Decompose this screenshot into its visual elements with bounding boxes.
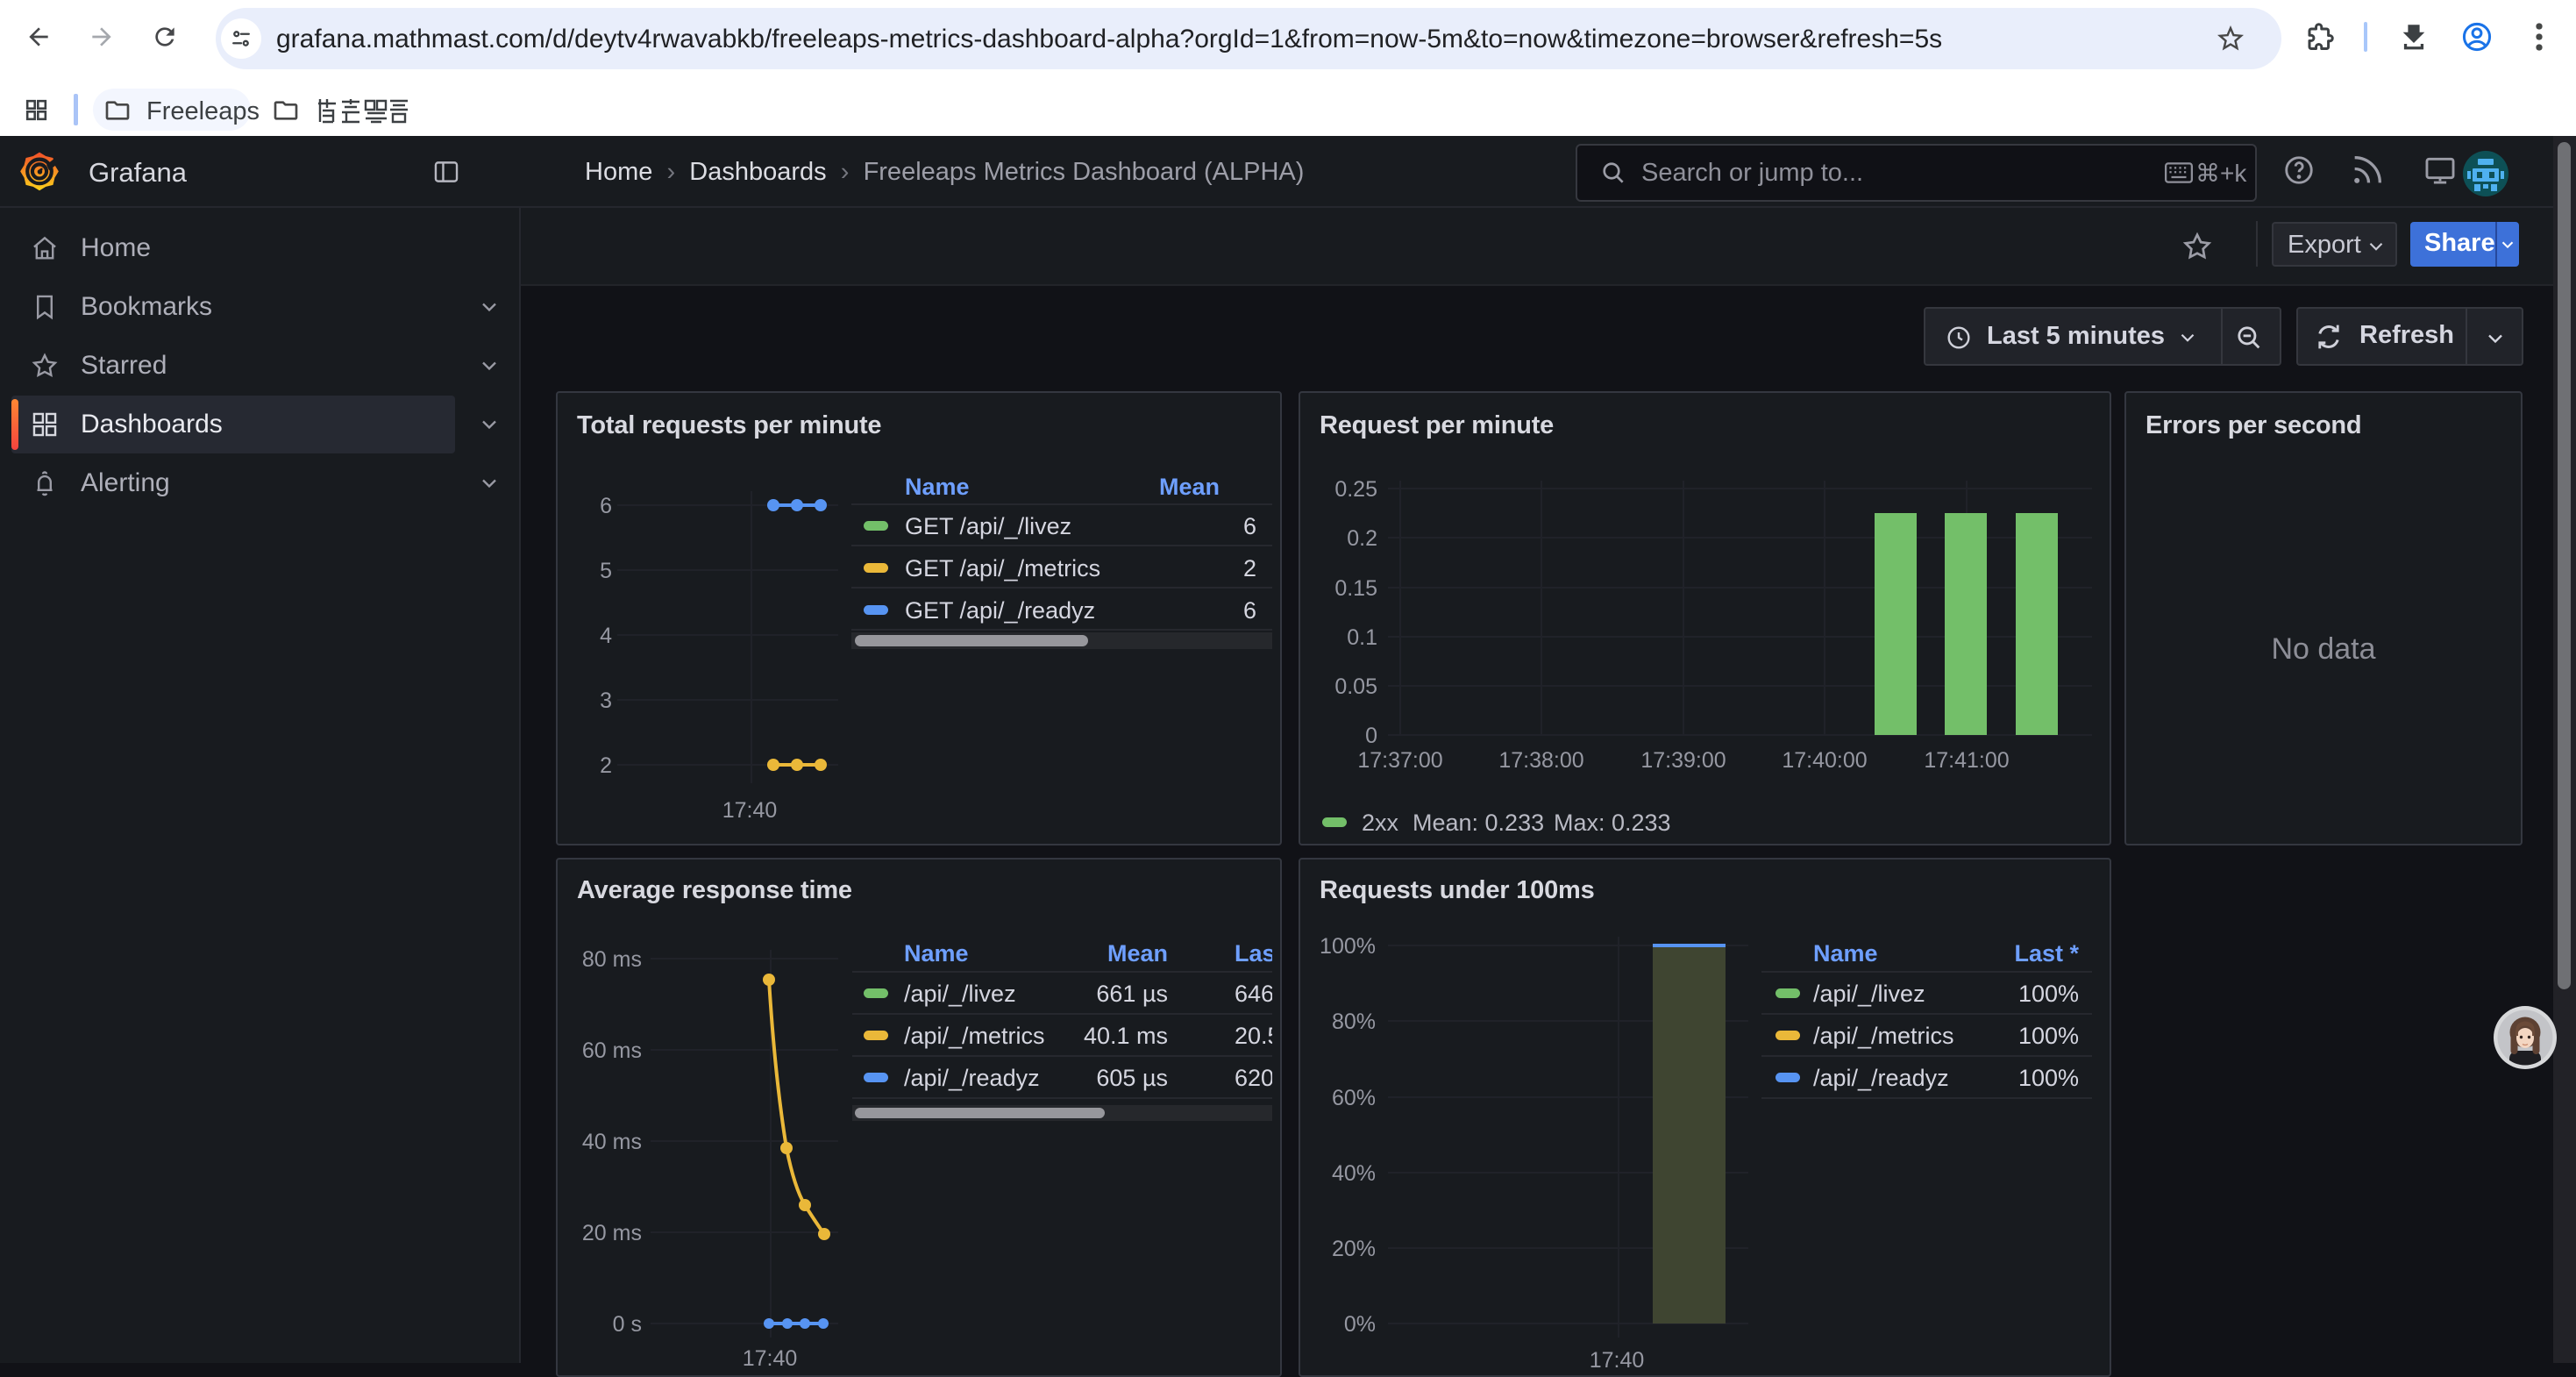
svg-text:17:40: 17:40 <box>722 798 778 823</box>
svg-text:20 ms: 20 ms <box>582 1221 642 1245</box>
svg-text:GET /api/_/metrics: GET /api/_/metrics <box>905 555 1100 581</box>
svg-text:No data: No data <box>2271 632 2375 666</box>
svg-text:20.5 m: 20.5 m <box>1235 1023 1280 1049</box>
svg-text:6: 6 <box>1243 513 1256 539</box>
svg-text:60 ms: 60 ms <box>582 1038 642 1063</box>
svg-text:Average response time: Average response time <box>577 876 852 904</box>
svg-text:100%: 100% <box>1320 934 1376 959</box>
svg-text:3: 3 <box>600 688 612 713</box>
svg-text:Mean: Mean <box>1159 474 1220 500</box>
svg-text:80 ms: 80 ms <box>582 947 642 972</box>
svg-text:Name: Name <box>1813 940 1878 967</box>
svg-text:0 s: 0 s <box>613 1312 642 1337</box>
svg-text:17:39:00: 17:39:00 <box>1640 748 1726 773</box>
svg-text:Mean: Mean <box>1107 940 1168 967</box>
svg-text:100%: 100% <box>2018 981 2079 1007</box>
svg-text:2xx: 2xx <box>1362 810 1399 836</box>
svg-text:Last *: Last * <box>2014 940 2079 967</box>
svg-text:6: 6 <box>1243 597 1256 624</box>
svg-text:100%: 100% <box>2018 1065 2079 1091</box>
svg-text:20%: 20% <box>1332 1237 1376 1261</box>
svg-text:Total requests per minute: Total requests per minute <box>577 411 881 439</box>
svg-text:17:40: 17:40 <box>1590 1348 1645 1373</box>
svg-text:Name: Name <box>905 474 970 500</box>
svg-text:4: 4 <box>600 624 612 648</box>
svg-text:620: 620 <box>1235 1065 1274 1091</box>
svg-text:Errors per second: Errors per second <box>2145 411 2361 439</box>
svg-text:17:40: 17:40 <box>743 1346 798 1371</box>
svg-text:GET /api/_/readyz: GET /api/_/readyz <box>905 597 1095 624</box>
svg-text:0.2: 0.2 <box>1347 526 1377 551</box>
svg-text:2: 2 <box>1243 555 1256 581</box>
svg-text:/api/_/readyz: /api/_/readyz <box>904 1065 1040 1091</box>
svg-text:6: 6 <box>600 494 612 518</box>
svg-text:40%: 40% <box>1332 1161 1376 1186</box>
svg-text:2: 2 <box>600 753 612 778</box>
svg-text:17:41:00: 17:41:00 <box>1924 748 2009 773</box>
svg-text:/api/_/livez: /api/_/livez <box>1813 981 1925 1007</box>
svg-text:/api/_/metrics: /api/_/metrics <box>904 1023 1045 1049</box>
svg-text:/api/_/livez: /api/_/livez <box>904 981 1016 1007</box>
svg-text:80%: 80% <box>1332 1010 1376 1034</box>
svg-text:40.1 ms: 40.1 ms <box>1084 1023 1168 1049</box>
svg-text:0.15: 0.15 <box>1334 576 1377 601</box>
svg-text:0.25: 0.25 <box>1334 477 1377 502</box>
svg-text:Request per minute: Request per minute <box>1320 411 1554 439</box>
svg-text:605 µs: 605 µs <box>1096 1065 1168 1091</box>
svg-text:Mean: 0.233: Mean: 0.233 <box>1413 810 1544 836</box>
svg-text:GET /api/_/livez: GET /api/_/livez <box>905 513 1071 539</box>
svg-text:Name: Name <box>904 940 969 967</box>
svg-text:40 ms: 40 ms <box>582 1130 642 1154</box>
svg-text:0%: 0% <box>1344 1312 1376 1337</box>
svg-text:Last *: Last * <box>1235 940 1280 967</box>
svg-text:Max: 0.233: Max: 0.233 <box>1554 810 1671 836</box>
svg-text:0: 0 <box>1365 724 1377 748</box>
svg-text:Requests under 100ms: Requests under 100ms <box>1320 876 1595 904</box>
svg-text:0.1: 0.1 <box>1347 625 1377 650</box>
svg-text:0.05: 0.05 <box>1334 674 1377 699</box>
svg-text:5: 5 <box>600 559 612 583</box>
svg-text:646: 646 <box>1235 981 1274 1007</box>
svg-text:661 µs: 661 µs <box>1096 981 1168 1007</box>
svg-text:/api/_/metrics: /api/_/metrics <box>1813 1023 1954 1049</box>
svg-text:/api/_/readyz: /api/_/readyz <box>1813 1065 1949 1091</box>
svg-text:60%: 60% <box>1332 1086 1376 1110</box>
svg-text:17:40:00: 17:40:00 <box>1782 748 1867 773</box>
svg-text:100%: 100% <box>2018 1023 2079 1049</box>
svg-text:17:37:00: 17:37:00 <box>1357 748 1442 773</box>
svg-text:17:38:00: 17:38:00 <box>1498 748 1583 773</box>
